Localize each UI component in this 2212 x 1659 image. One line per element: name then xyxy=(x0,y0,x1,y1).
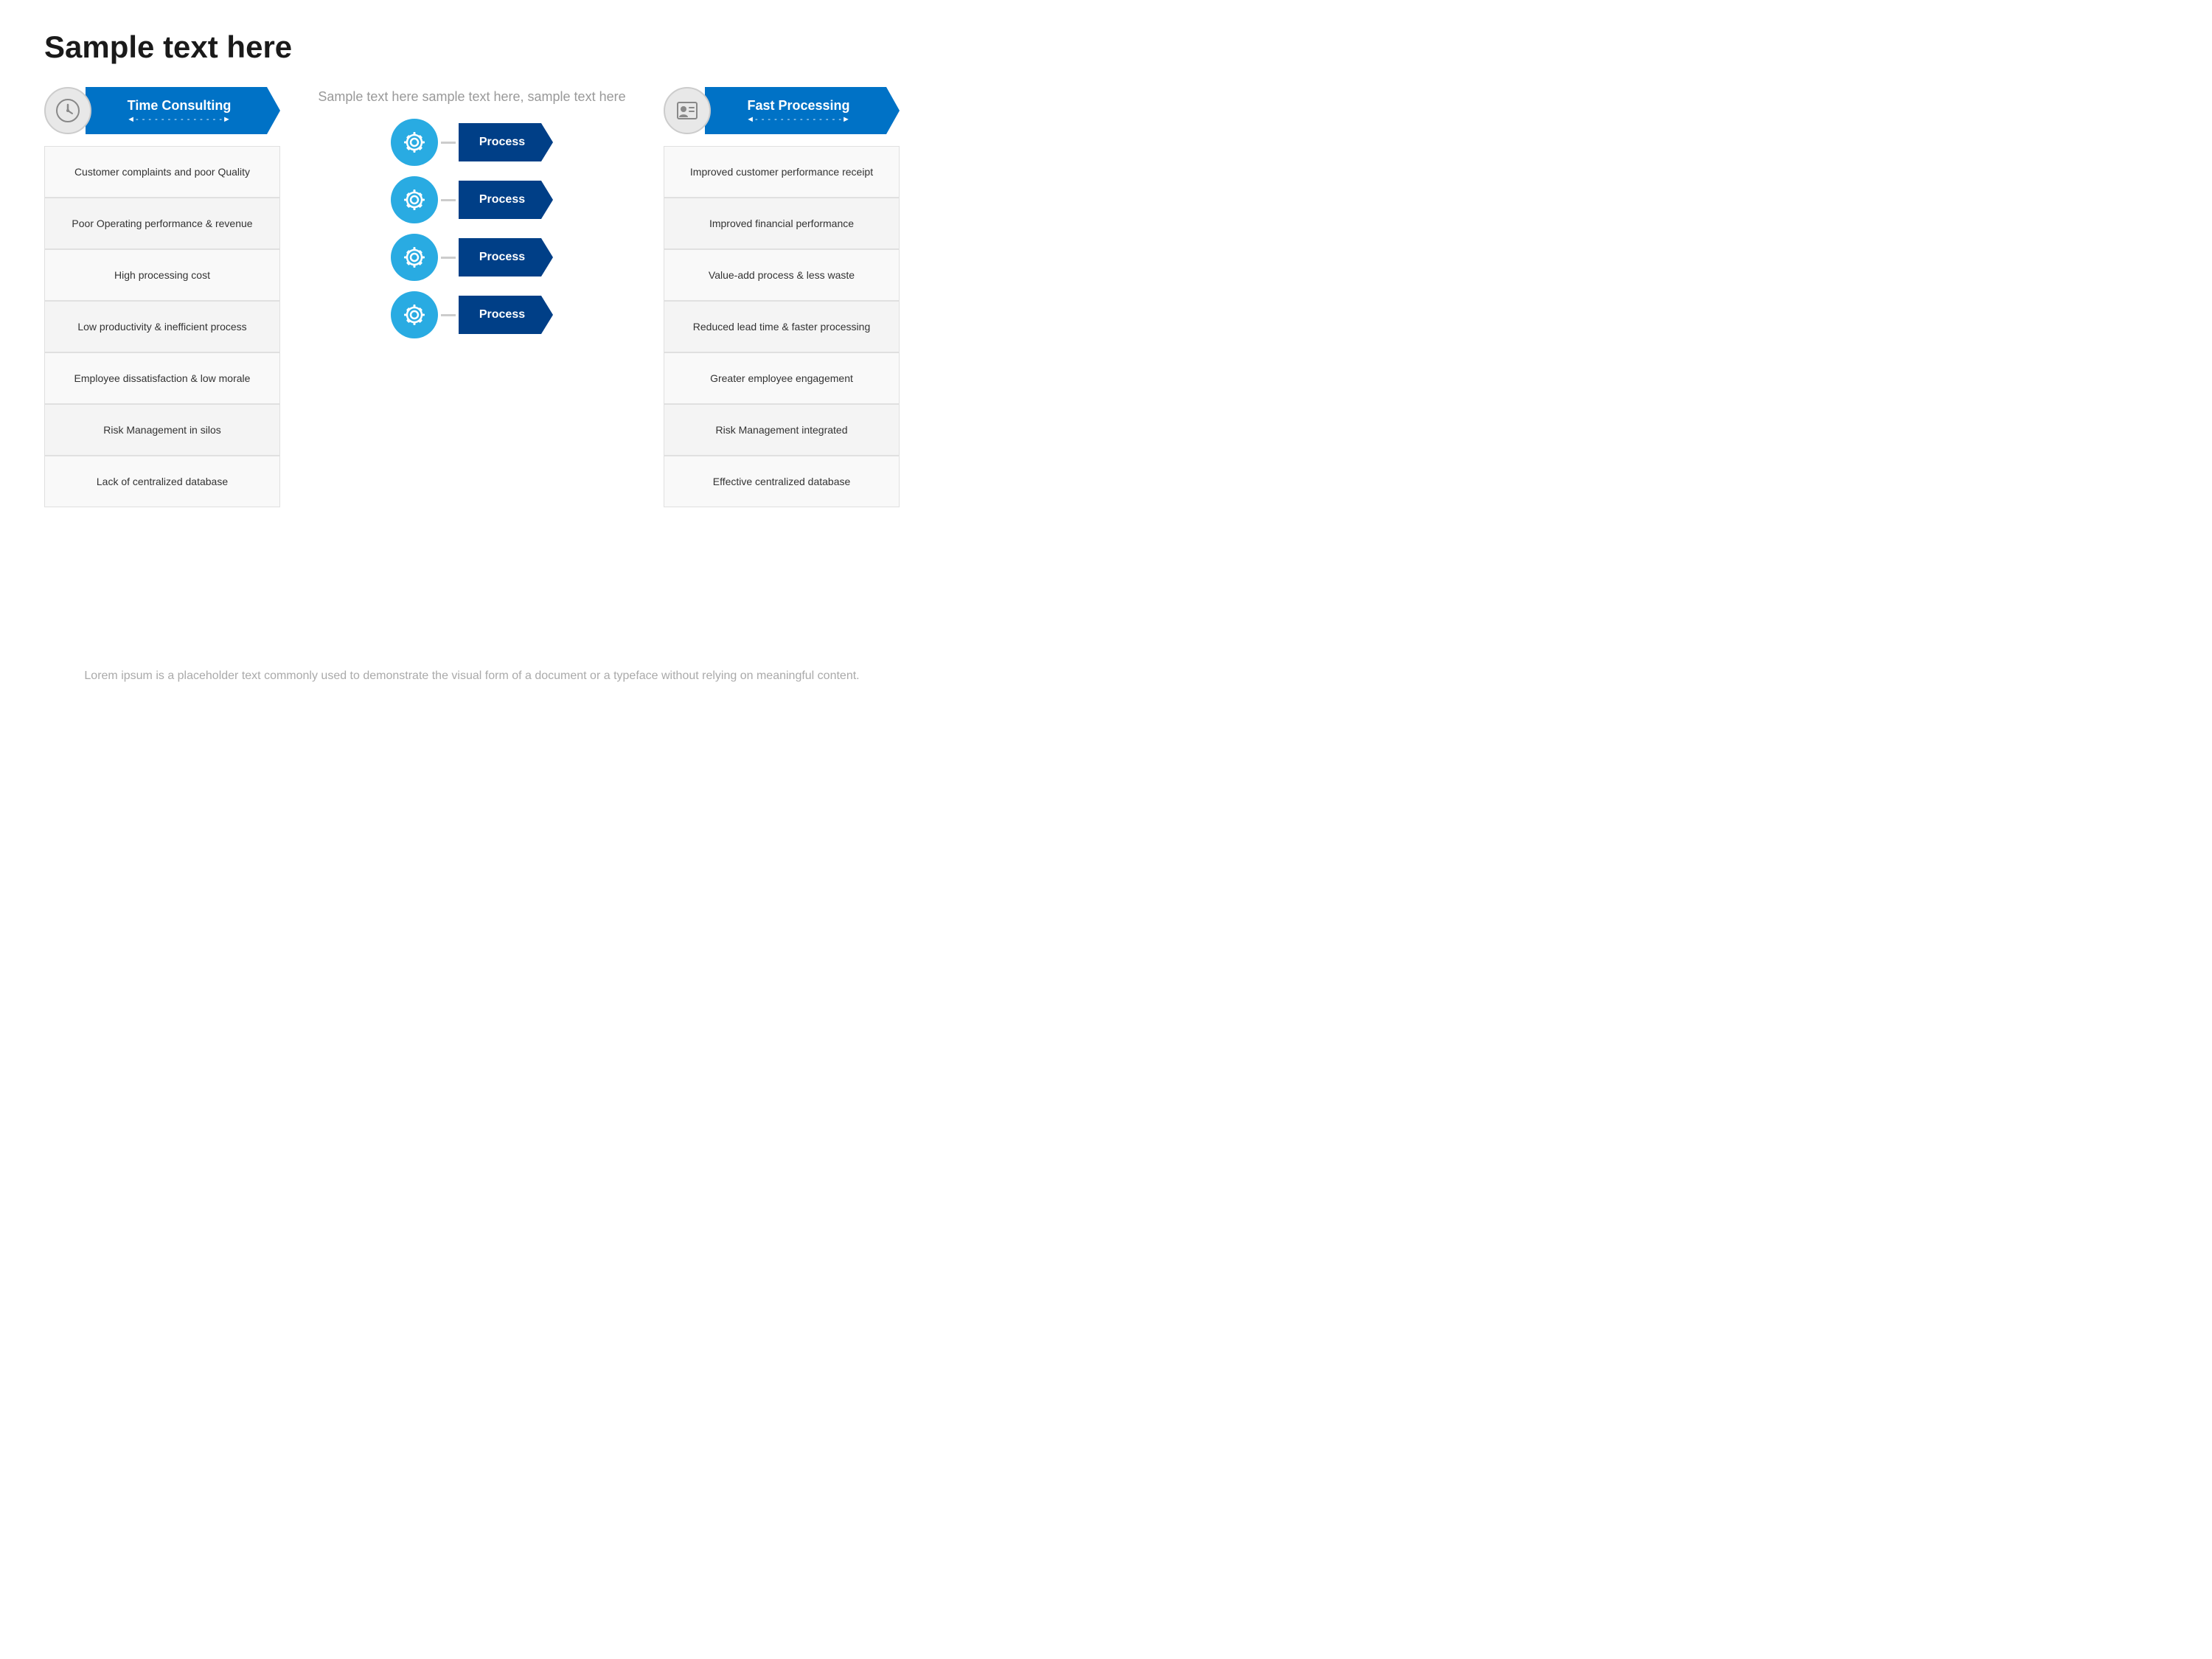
left-list-item: Employee dissatisfaction & low morale xyxy=(44,352,280,404)
connector-line xyxy=(441,314,456,316)
connector-line xyxy=(441,199,456,201)
person-icon xyxy=(674,97,700,124)
right-list-item: Improved customer performance receipt xyxy=(664,146,900,198)
left-list-item: High processing cost xyxy=(44,249,280,301)
right-banner: Fast Processing ◄- - - - - - - - - - - -… xyxy=(664,87,900,134)
connector-line xyxy=(441,257,456,259)
left-list-item: Risk Management in silos xyxy=(44,404,280,456)
connector-line xyxy=(441,142,456,144)
left-list: Customer complaints and poor QualityPoor… xyxy=(44,146,280,507)
clock-icon-circle xyxy=(44,87,91,134)
gear-icon xyxy=(400,301,428,329)
process-arrow: Process xyxy=(459,238,553,276)
process-arrow: Process xyxy=(459,181,553,219)
right-list-item: Reduced lead time & faster processing xyxy=(664,301,900,352)
right-list: Improved customer performance receiptImp… xyxy=(664,146,900,507)
right-banner-shape: Fast Processing ◄- - - - - - - - - - - -… xyxy=(705,87,900,134)
process-label: Process xyxy=(479,136,525,149)
process-label: Process xyxy=(479,308,525,321)
right-banner-title: Fast Processing xyxy=(747,98,849,114)
gear-icon-circle xyxy=(391,176,438,223)
right-banner-subtitle: ◄- - - - - - - - - - - - - -► xyxy=(746,115,851,124)
left-banner-subtitle: ◄- - - - - - - - - - - - - -► xyxy=(127,115,232,124)
main-content: Time Consulting ◄- - - - - - - - - - - -… xyxy=(44,87,900,648)
left-list-item: Lack of centralized database xyxy=(44,456,280,507)
page: Sample text here Time Consulting ◄- - - … xyxy=(0,0,944,708)
process-arrow: Process xyxy=(459,123,553,161)
gear-icon-circle xyxy=(391,291,438,338)
process-row: Process xyxy=(391,291,553,338)
right-list-item: Risk Management integrated xyxy=(664,404,900,456)
clock-icon xyxy=(55,97,81,124)
left-list-item: Poor Operating performance & revenue xyxy=(44,198,280,249)
process-label: Process xyxy=(479,193,525,206)
gear-icon-circle xyxy=(391,234,438,281)
left-banner-title: Time Consulting xyxy=(128,98,232,114)
right-list-item: Value-add process & less waste xyxy=(664,249,900,301)
left-column: Time Consulting ◄- - - - - - - - - - - -… xyxy=(44,87,280,507)
right-list-item: Greater employee engagement xyxy=(664,352,900,404)
gear-icon-circle xyxy=(391,119,438,166)
right-list-item: Effective centralized database xyxy=(664,456,900,507)
process-arrow: Process xyxy=(459,296,553,334)
left-banner: Time Consulting ◄- - - - - - - - - - - -… xyxy=(44,87,280,134)
process-label: Process xyxy=(479,251,525,264)
middle-column: Sample text here sample text here, sampl… xyxy=(280,87,664,338)
footer-text: Lorem ipsum is a placeholder text common… xyxy=(44,666,900,686)
gear-icon xyxy=(400,243,428,271)
person-icon-circle xyxy=(664,87,711,134)
process-row: Process xyxy=(391,176,553,223)
process-row: Process xyxy=(391,119,553,166)
left-list-item: Low productivity & inefficient process xyxy=(44,301,280,352)
gear-icon xyxy=(400,128,428,156)
sample-text: Sample text here sample text here, sampl… xyxy=(310,87,633,107)
left-list-item: Customer complaints and poor Quality xyxy=(44,146,280,198)
left-banner-shape: Time Consulting ◄- - - - - - - - - - - -… xyxy=(86,87,280,134)
process-row: Process xyxy=(391,234,553,281)
page-title: Sample text here xyxy=(44,29,900,65)
gear-icon xyxy=(400,186,428,214)
right-column: Fast Processing ◄- - - - - - - - - - - -… xyxy=(664,87,900,507)
right-list-item: Improved financial performance xyxy=(664,198,900,249)
process-items: Process Process Process xyxy=(288,119,656,338)
